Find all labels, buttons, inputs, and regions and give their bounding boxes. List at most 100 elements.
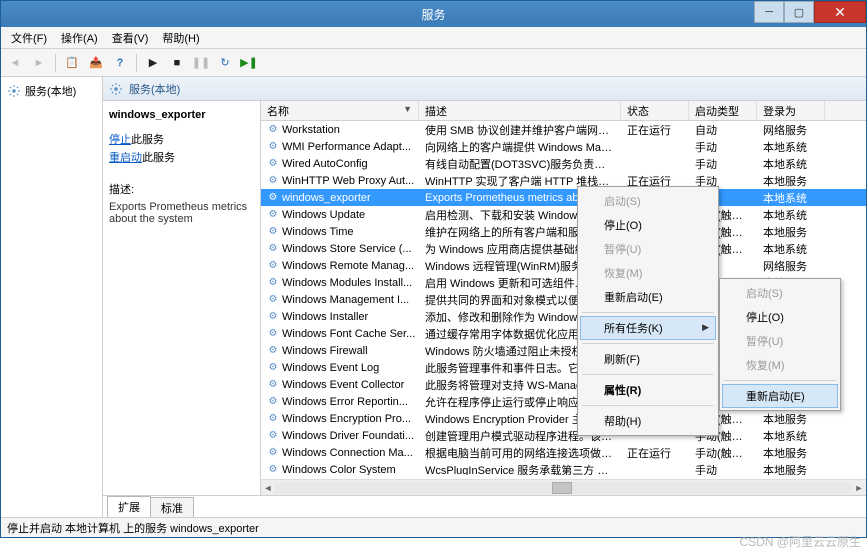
sub-pause: 暂停(U) bbox=[722, 329, 838, 353]
toolbar-stop-icon[interactable]: ■ bbox=[167, 53, 187, 73]
ctx-restart[interactable]: 重新启动(E) bbox=[580, 285, 716, 309]
table-row[interactable]: ⚙Windows Update启用检测、下载和安装 Window...手动(触发… bbox=[261, 206, 866, 223]
detail-stop-suffix: 此服务 bbox=[131, 134, 164, 146]
col-logon[interactable]: 登录为 bbox=[757, 101, 825, 120]
table-row[interactable]: ⚙Workstation使用 SMB 协议创建并维护客户端网络与远程服务...正… bbox=[261, 121, 866, 138]
gear-icon: ⚙ bbox=[267, 430, 279, 442]
table-row[interactable]: ⚙Windows Store Service (...为 Windows 应用商… bbox=[261, 240, 866, 257]
grid-header: 名称▼ 描述 状态 启动类型 登录为 bbox=[261, 101, 866, 121]
scroll-thumb[interactable] bbox=[552, 482, 572, 494]
col-startup[interactable]: 启动类型 bbox=[689, 101, 757, 120]
scroll-right-icon[interactable]: ► bbox=[852, 483, 866, 493]
col-status[interactable]: 状态 bbox=[621, 101, 689, 120]
table-row[interactable]: ⚙WMI Performance Adapt...向网络上的客户端提供 Wind… bbox=[261, 138, 866, 155]
table-row[interactable]: ⚙Windows Connection Ma...根据电脑当前可用的网络连接选项… bbox=[261, 444, 866, 461]
cell-logon: 网络服务 bbox=[757, 122, 825, 138]
ctx-resume: 恢复(M) bbox=[580, 261, 716, 285]
tab-standard[interactable]: 标准 bbox=[150, 497, 194, 517]
menu-view[interactable]: 查看(V) bbox=[106, 28, 155, 48]
detail-pane: windows_exporter 停止此服务 重启动此服务 描述: Export… bbox=[103, 101, 261, 495]
minimize-button[interactable]: ─ bbox=[754, 1, 784, 23]
horizontal-scrollbar[interactable]: ◄ ► bbox=[261, 479, 866, 495]
gear-icon: ⚙ bbox=[267, 379, 279, 391]
table-row[interactable]: ⚙Windows Time维护在网络上的所有客户端和服...手动(触发...本地… bbox=[261, 223, 866, 240]
cell-name: Windows Modules Install... bbox=[282, 277, 412, 289]
ctx-start: 启动(S) bbox=[580, 189, 716, 213]
table-row[interactable]: ⚙Windows Driver Foundati...创建管理用户模式驱动程序进… bbox=[261, 427, 866, 444]
ctx-all-tasks[interactable]: 所有任务(K)▶ bbox=[580, 316, 716, 340]
table-row[interactable]: ⚙Windows Color SystemWcsPlugInService 服务… bbox=[261, 461, 866, 475]
toolbar-pause-icon[interactable]: ❚❚ bbox=[191, 53, 211, 73]
toolbar-export-icon[interactable]: 📤 bbox=[86, 53, 106, 73]
table-row[interactable]: ⚙Windows Remote Manag...Windows 远程管理(Win… bbox=[261, 257, 866, 274]
cell-logon: 本地系统 bbox=[757, 139, 825, 155]
menubar: 文件(F) 操作(A) 查看(V) 帮助(H) bbox=[1, 27, 866, 49]
toolbar-step-icon[interactable]: ▶❚ bbox=[239, 53, 259, 73]
cell-startup: 自动 bbox=[689, 122, 757, 138]
cell-startup: 手动 bbox=[689, 462, 757, 476]
toolbar-start-icon[interactable]: ▶ bbox=[143, 53, 163, 73]
cell-name: Windows Management I... bbox=[282, 294, 409, 306]
tab-extended[interactable]: 扩展 bbox=[107, 496, 151, 517]
nav-back-icon[interactable]: ◄ bbox=[5, 53, 25, 73]
cell-startup: 手动(触发... bbox=[689, 445, 757, 461]
menu-file[interactable]: 文件(F) bbox=[5, 28, 53, 48]
pane-header: 服务(本地) bbox=[103, 77, 866, 101]
menu-help[interactable]: 帮助(H) bbox=[156, 28, 205, 48]
gear-icon: ⚙ bbox=[267, 158, 279, 170]
gear-icon bbox=[109, 82, 123, 96]
nav-forward-icon[interactable]: ► bbox=[29, 53, 49, 73]
table-row[interactable]: ⚙windows_exporterExports Prometheus metr… bbox=[261, 189, 866, 206]
cell-logon: 本地服务 bbox=[757, 411, 825, 427]
table-row[interactable]: ⚙Wired AutoConfig有线自动配置(DOT3SVC)服务负责对太网接… bbox=[261, 155, 866, 172]
table-row[interactable]: ⚙WinHTTP Web Proxy Aut...WinHTTP 实现了客户端 … bbox=[261, 172, 866, 189]
ctx-help[interactable]: 帮助(H) bbox=[580, 409, 716, 433]
cell-desc: 有线自动配置(DOT3SVC)服务负责对太网接口... bbox=[419, 156, 621, 172]
ctx-properties[interactable]: 属性(R) bbox=[580, 378, 716, 402]
gear-icon: ⚙ bbox=[267, 226, 279, 238]
gear-icon: ⚙ bbox=[267, 362, 279, 374]
cell-logon: 网络服务 bbox=[757, 258, 825, 274]
context-submenu: 启动(S) 停止(O) 暂停(U) 恢复(M) 重新启动(E) bbox=[719, 278, 841, 411]
toolbar-help-icon[interactable]: ? bbox=[110, 53, 130, 73]
cell-status: 正在运行 bbox=[621, 445, 689, 461]
cell-name: Windows Event Log bbox=[282, 362, 379, 374]
menu-action[interactable]: 操作(A) bbox=[55, 28, 104, 48]
detail-restart-suffix: 此服务 bbox=[142, 152, 175, 164]
cell-name: Windows Installer bbox=[282, 311, 368, 323]
close-button[interactable]: ✕ bbox=[814, 1, 866, 23]
cell-name: Windows Color System bbox=[282, 464, 396, 476]
gear-icon: ⚙ bbox=[267, 328, 279, 340]
submenu-arrow-icon: ▶ bbox=[702, 322, 709, 333]
cell-name: Windows Event Collector bbox=[282, 379, 404, 391]
status-text: 停止并启动 本地计算机 上的服务 windows_exporter bbox=[7, 520, 259, 536]
pane-header-label: 服务(本地) bbox=[129, 81, 180, 97]
ctx-refresh[interactable]: 刷新(F) bbox=[580, 347, 716, 371]
table-row[interactable]: ⚙Windows Encryption Pro...Windows Encryp… bbox=[261, 410, 866, 427]
sub-resume: 恢复(M) bbox=[722, 353, 838, 377]
ctx-stop[interactable]: 停止(O) bbox=[580, 213, 716, 237]
sub-restart[interactable]: 重新启动(E) bbox=[722, 384, 838, 408]
maximize-button[interactable]: ▢ bbox=[784, 1, 814, 23]
tree-root[interactable]: 服务(本地) bbox=[5, 81, 98, 101]
col-desc[interactable]: 描述 bbox=[419, 101, 621, 120]
gear-icon: ⚙ bbox=[267, 243, 279, 255]
gear-icon: ⚙ bbox=[267, 192, 279, 204]
toolbar-restart-icon[interactable]: ↻ bbox=[215, 53, 235, 73]
cell-name: Windows Remote Manag... bbox=[282, 260, 414, 272]
detail-desc-text: Exports Prometheus metrics about the sys… bbox=[109, 201, 254, 225]
col-name[interactable]: 名称▼ bbox=[261, 101, 419, 120]
cell-name: windows_exporter bbox=[282, 192, 371, 204]
cell-logon: 本地服务 bbox=[757, 173, 825, 189]
detail-restart-link[interactable]: 重启动 bbox=[109, 152, 142, 164]
detail-stop-link[interactable]: 停止 bbox=[109, 134, 131, 146]
cell-name: WMI Performance Adapt... bbox=[282, 141, 411, 153]
gear-icon: ⚙ bbox=[267, 294, 279, 306]
gear-icon: ⚙ bbox=[267, 260, 279, 272]
toolbar-properties-icon[interactable]: 📋 bbox=[62, 53, 82, 73]
gear-icon: ⚙ bbox=[267, 396, 279, 408]
sort-desc-icon: ▼ bbox=[403, 104, 412, 114]
scroll-left-icon[interactable]: ◄ bbox=[261, 483, 275, 493]
sub-stop[interactable]: 停止(O) bbox=[722, 305, 838, 329]
cell-logon: 本地服务 bbox=[757, 224, 825, 240]
